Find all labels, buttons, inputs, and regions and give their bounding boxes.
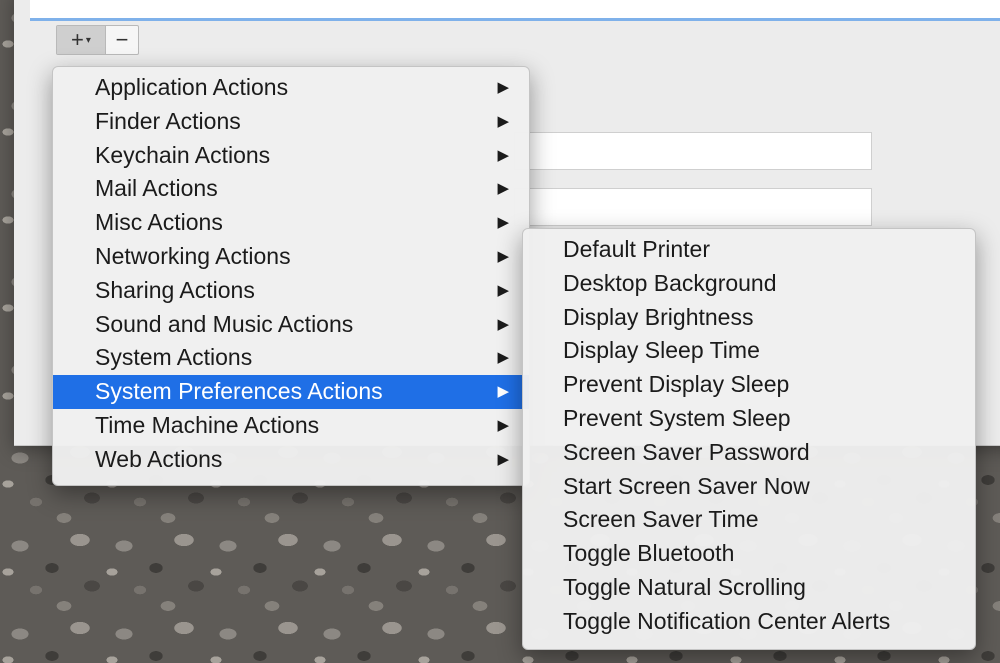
menu-item-label: Finder Actions (95, 107, 241, 134)
menu-item-sharing-actions[interactable]: Sharing Actions ▶ (53, 274, 529, 308)
menu-item-system-preferences-actions[interactable]: System Preferences Actions ▶ (53, 375, 529, 409)
top-text-field[interactable] (30, 0, 1000, 21)
menu-item-keychain-actions[interactable]: Keychain Actions ▶ (53, 139, 529, 173)
submenu-arrow-icon: ▶ (497, 349, 509, 367)
menu-item-networking-actions[interactable]: Networking Actions ▶ (53, 240, 529, 274)
submenu-item-prevent-system-sleep[interactable]: Prevent System Sleep (523, 402, 975, 436)
menu-item-sound-and-music-actions[interactable]: Sound and Music Actions ▶ (53, 308, 529, 342)
submenu-arrow-icon: ▶ (497, 146, 509, 164)
submenu-arrow-icon: ▶ (497, 416, 509, 434)
menu-item-finder-actions[interactable]: Finder Actions ▶ (53, 105, 529, 139)
menu-item-application-actions[interactable]: Application Actions ▶ (53, 71, 529, 105)
submenu-item-screen-saver-time[interactable]: Screen Saver Time (523, 503, 975, 537)
submenu-arrow-icon: ▶ (497, 79, 509, 96)
submenu-arrow-icon: ▶ (497, 214, 509, 232)
submenu-arrow-icon: ▶ (497, 450, 509, 468)
menu-item-label: Sharing Actions (95, 276, 255, 303)
remove-button[interactable]: − (106, 26, 138, 54)
plus-icon: + (71, 27, 84, 52)
submenu-item-screen-saver-password[interactable]: Screen Saver Password (523, 436, 975, 470)
menu-item-label: Networking Actions (95, 242, 291, 269)
menu-item-label: Application Actions (95, 74, 289, 100)
menu-item-label: Misc Actions (95, 209, 223, 236)
submenu-arrow-icon: ▶ (497, 315, 509, 333)
submenu-arrow-icon: ▶ (497, 281, 509, 299)
submenu-item-toggle-notification-center-alerts[interactable]: Toggle Notification Center Alerts (523, 605, 975, 639)
submenu-item-toggle-natural-scrolling[interactable]: Toggle Natural Scrolling (523, 571, 975, 605)
submenu-arrow-icon: ▶ (497, 180, 509, 198)
menu-item-label: Mail Actions (95, 175, 218, 202)
add-remove-control: + ▾ − (56, 25, 139, 55)
submenu-arrow-icon: ▶ (497, 383, 509, 401)
menu-item-label: Time Machine Actions (95, 411, 320, 438)
menu-item-time-machine-actions[interactable]: Time Machine Actions ▶ (53, 409, 529, 443)
menu-item-web-actions[interactable]: Web Actions ▶ (53, 443, 529, 477)
add-button[interactable]: + ▾ (57, 26, 106, 54)
submenu-arrow-icon: ▶ (497, 247, 509, 265)
submenu-arrow-icon: ▶ (497, 112, 509, 130)
menu-item-label: System Preferences Actions (95, 378, 383, 405)
menu-item-label: Keychain Actions (95, 141, 271, 168)
submenu-item-toggle-bluetooth[interactable]: Toggle Bluetooth (523, 537, 975, 571)
submenu-item-default-printer[interactable]: Default Printer (523, 233, 975, 267)
chevron-down-icon: ▾ (85, 34, 91, 46)
submenu-item-display-sleep-time[interactable]: Display Sleep Time (523, 334, 975, 368)
menu-item-label: Web Actions (95, 445, 223, 472)
text-field-2[interactable] (514, 188, 872, 226)
submenu-item-start-screen-saver-now[interactable]: Start Screen Saver Now (523, 470, 975, 504)
menu-item-label: Sound and Music Actions (95, 310, 354, 337)
system-preferences-submenu: Default Printer Desktop Background Displ… (522, 228, 976, 650)
menu-item-system-actions[interactable]: System Actions ▶ (53, 341, 529, 375)
submenu-item-prevent-display-sleep[interactable]: Prevent Display Sleep (523, 368, 975, 402)
actions-menu: Application Actions ▶ Finder Actions ▶ Key… (52, 66, 530, 486)
submenu-item-display-brightness[interactable]: Display Brightness (523, 301, 975, 335)
menu-item-mail-actions[interactable]: Mail Actions ▶ (53, 172, 529, 206)
text-field-1[interactable] (514, 132, 872, 170)
menu-item-misc-actions[interactable]: Misc Actions ▶ (53, 206, 529, 240)
menu-item-label: System Actions (95, 344, 253, 371)
submenu-item-desktop-background[interactable]: Desktop Background (523, 267, 975, 301)
